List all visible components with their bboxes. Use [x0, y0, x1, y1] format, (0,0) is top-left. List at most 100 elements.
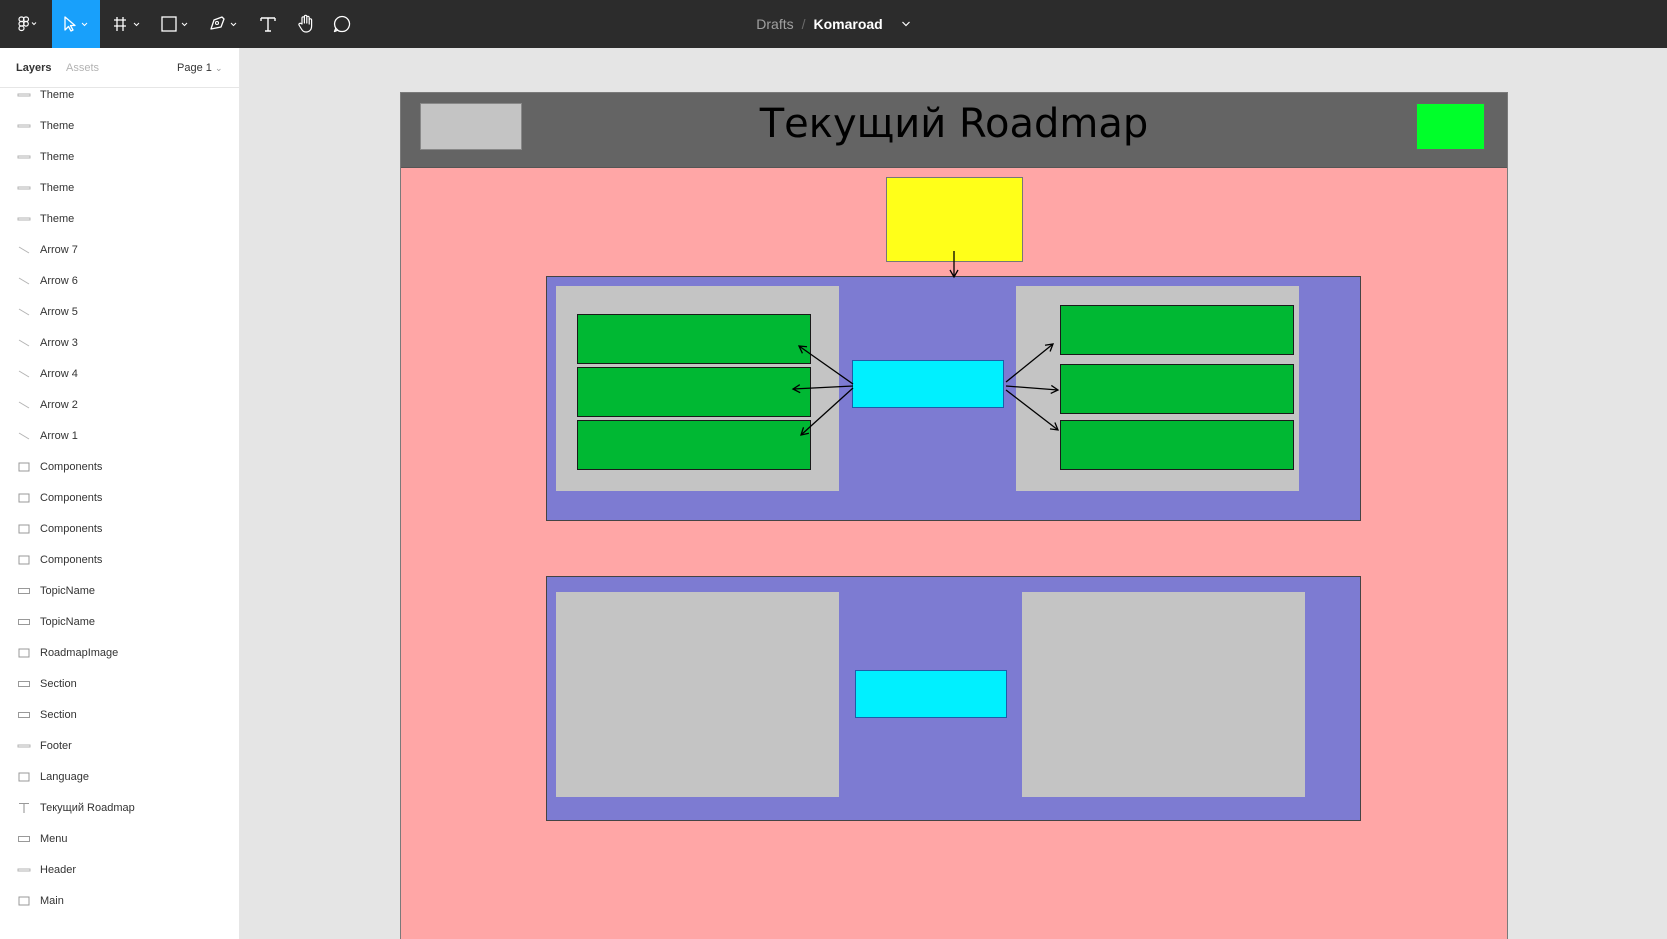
layer-row[interactable]: TopicName: [0, 606, 239, 638]
layer-label: Components: [40, 554, 103, 566]
layer-row[interactable]: Theme: [0, 110, 239, 142]
topic-name-block[interactable]: [886, 177, 1023, 262]
layer-row[interactable]: Components: [0, 513, 239, 545]
roadmap-image-block[interactable]: [855, 670, 1007, 718]
arrow-line-icon: [17, 336, 31, 350]
layer-row[interactable]: Menu: [0, 823, 239, 855]
layer-row[interactable]: Arrow 2: [0, 389, 239, 421]
header[interactable]: Текущий Roadmap: [401, 93, 1507, 168]
layer-row[interactable]: Components: [0, 482, 239, 514]
component-block[interactable]: [1060, 305, 1294, 355]
layer-row[interactable]: Theme: [0, 172, 239, 204]
layer-label: Arrow 4: [40, 368, 78, 380]
line-icon: [17, 863, 31, 877]
layer-row[interactable]: RoadmapImage: [0, 637, 239, 669]
component-block[interactable]: [1060, 364, 1294, 414]
layer-row[interactable]: Arrow 1: [0, 420, 239, 452]
breadcrumb: Drafts / Komaroad: [0, 0, 1667, 48]
flat-rectangle-icon: [17, 677, 31, 691]
line-icon: [17, 150, 31, 164]
component-block[interactable]: [577, 314, 811, 364]
tab-layers[interactable]: Layers: [16, 62, 51, 74]
layer-label: RoadmapImage: [40, 647, 119, 659]
breadcrumb-separator: /: [801, 16, 806, 32]
chevron-down-icon[interactable]: [901, 20, 911, 28]
page-selector[interactable]: Page 1 ⌄: [177, 62, 222, 74]
text-icon: [17, 801, 31, 815]
flat-rectangle-icon: [17, 708, 31, 722]
section-block[interactable]: [546, 576, 1361, 821]
layer-row[interactable]: Main: [0, 885, 239, 917]
layer-row[interactable]: Components: [0, 544, 239, 576]
layer-label: Main: [40, 895, 64, 907]
component-block[interactable]: [1060, 420, 1294, 470]
header-title[interactable]: Текущий Roadmap: [401, 101, 1507, 147]
layer-label: Components: [40, 523, 103, 535]
arrow-line-icon: [17, 274, 31, 288]
rectangle-icon: [17, 646, 31, 660]
tab-assets[interactable]: Assets: [66, 62, 99, 74]
layer-row[interactable]: Theme: [0, 203, 239, 235]
line-icon: [17, 212, 31, 226]
section-block[interactable]: [546, 276, 1361, 521]
layers-panel: Layers Assets Page 1 ⌄ Theme Theme Theme Th…: [0, 48, 240, 939]
flat-rectangle-icon: [17, 832, 31, 846]
layer-row[interactable]: Theme: [0, 79, 239, 111]
line-icon: [17, 119, 31, 133]
layer-row[interactable]: Theme: [0, 141, 239, 173]
layer-label: TopicName: [40, 616, 96, 628]
component-block[interactable]: [577, 420, 811, 470]
arrow-line-icon: [17, 305, 31, 319]
rectangle-icon: [17, 460, 31, 474]
layer-row[interactable]: Arrow 5: [0, 296, 239, 328]
layer-row[interactable]: TopicName: [0, 575, 239, 607]
layer-label: Components: [40, 461, 103, 473]
layer-row[interactable]: Header: [0, 854, 239, 886]
line-icon: [17, 88, 31, 102]
component-block[interactable]: [577, 367, 811, 417]
layer-label: Theme: [40, 89, 75, 101]
layer-label: TopicName: [40, 585, 96, 597]
arrow-line-icon: [17, 367, 31, 381]
layer-label: Theme: [40, 120, 75, 132]
language-block[interactable]: [1416, 103, 1485, 150]
layer-label: Текущий Roadmap: [40, 802, 135, 814]
arrow-line-icon: [17, 429, 31, 443]
rectangle-icon: [17, 491, 31, 505]
main-frame[interactable]: Текущий Roadmap: [400, 92, 1508, 939]
layer-row[interactable]: Section: [0, 668, 239, 700]
breadcrumb-drafts-link[interactable]: Drafts: [756, 16, 793, 32]
rectangle-icon: [17, 894, 31, 908]
theme-panel-left[interactable]: [556, 592, 839, 797]
chevron-down-icon: ⌄: [214, 63, 223, 73]
layer-label: Arrow 7: [40, 244, 78, 256]
theme-panel-right[interactable]: [1022, 592, 1305, 797]
line-icon: [17, 181, 31, 195]
layer-row[interactable]: Arrow 4: [0, 358, 239, 390]
layer-label: Theme: [40, 151, 75, 163]
layer-label: Language: [40, 771, 89, 783]
line-icon: [17, 739, 31, 753]
roadmap-image-block[interactable]: [852, 360, 1004, 408]
layer-label: Arrow 6: [40, 275, 78, 287]
layer-row[interactable]: Section: [0, 699, 239, 731]
arrow-line-icon: [17, 398, 31, 412]
layer-label: Arrow 3: [40, 337, 78, 349]
layer-label: Menu: [40, 833, 68, 845]
layer-row[interactable]: Arrow 3: [0, 327, 239, 359]
layer-label: Arrow 2: [40, 399, 78, 411]
layer-label: Theme: [40, 182, 75, 194]
file-name[interactable]: Komaroad: [814, 16, 883, 32]
canvas[interactable]: Текущий Roadmap: [240, 48, 1667, 939]
layer-row[interactable]: Arrow 6: [0, 265, 239, 297]
arrow-line-icon: [17, 243, 31, 257]
layer-row[interactable]: Текущий Roadmap: [0, 792, 239, 824]
layer-label: Section: [40, 709, 77, 721]
layer-label: Theme: [40, 213, 75, 225]
layer-row[interactable]: Arrow 7: [0, 234, 239, 266]
layer-label: Footer: [40, 740, 72, 752]
layer-row[interactable]: Footer: [0, 730, 239, 762]
layer-label: Arrow 5: [40, 306, 78, 318]
layer-row[interactable]: Components: [0, 451, 239, 483]
layer-row[interactable]: Language: [0, 761, 239, 793]
